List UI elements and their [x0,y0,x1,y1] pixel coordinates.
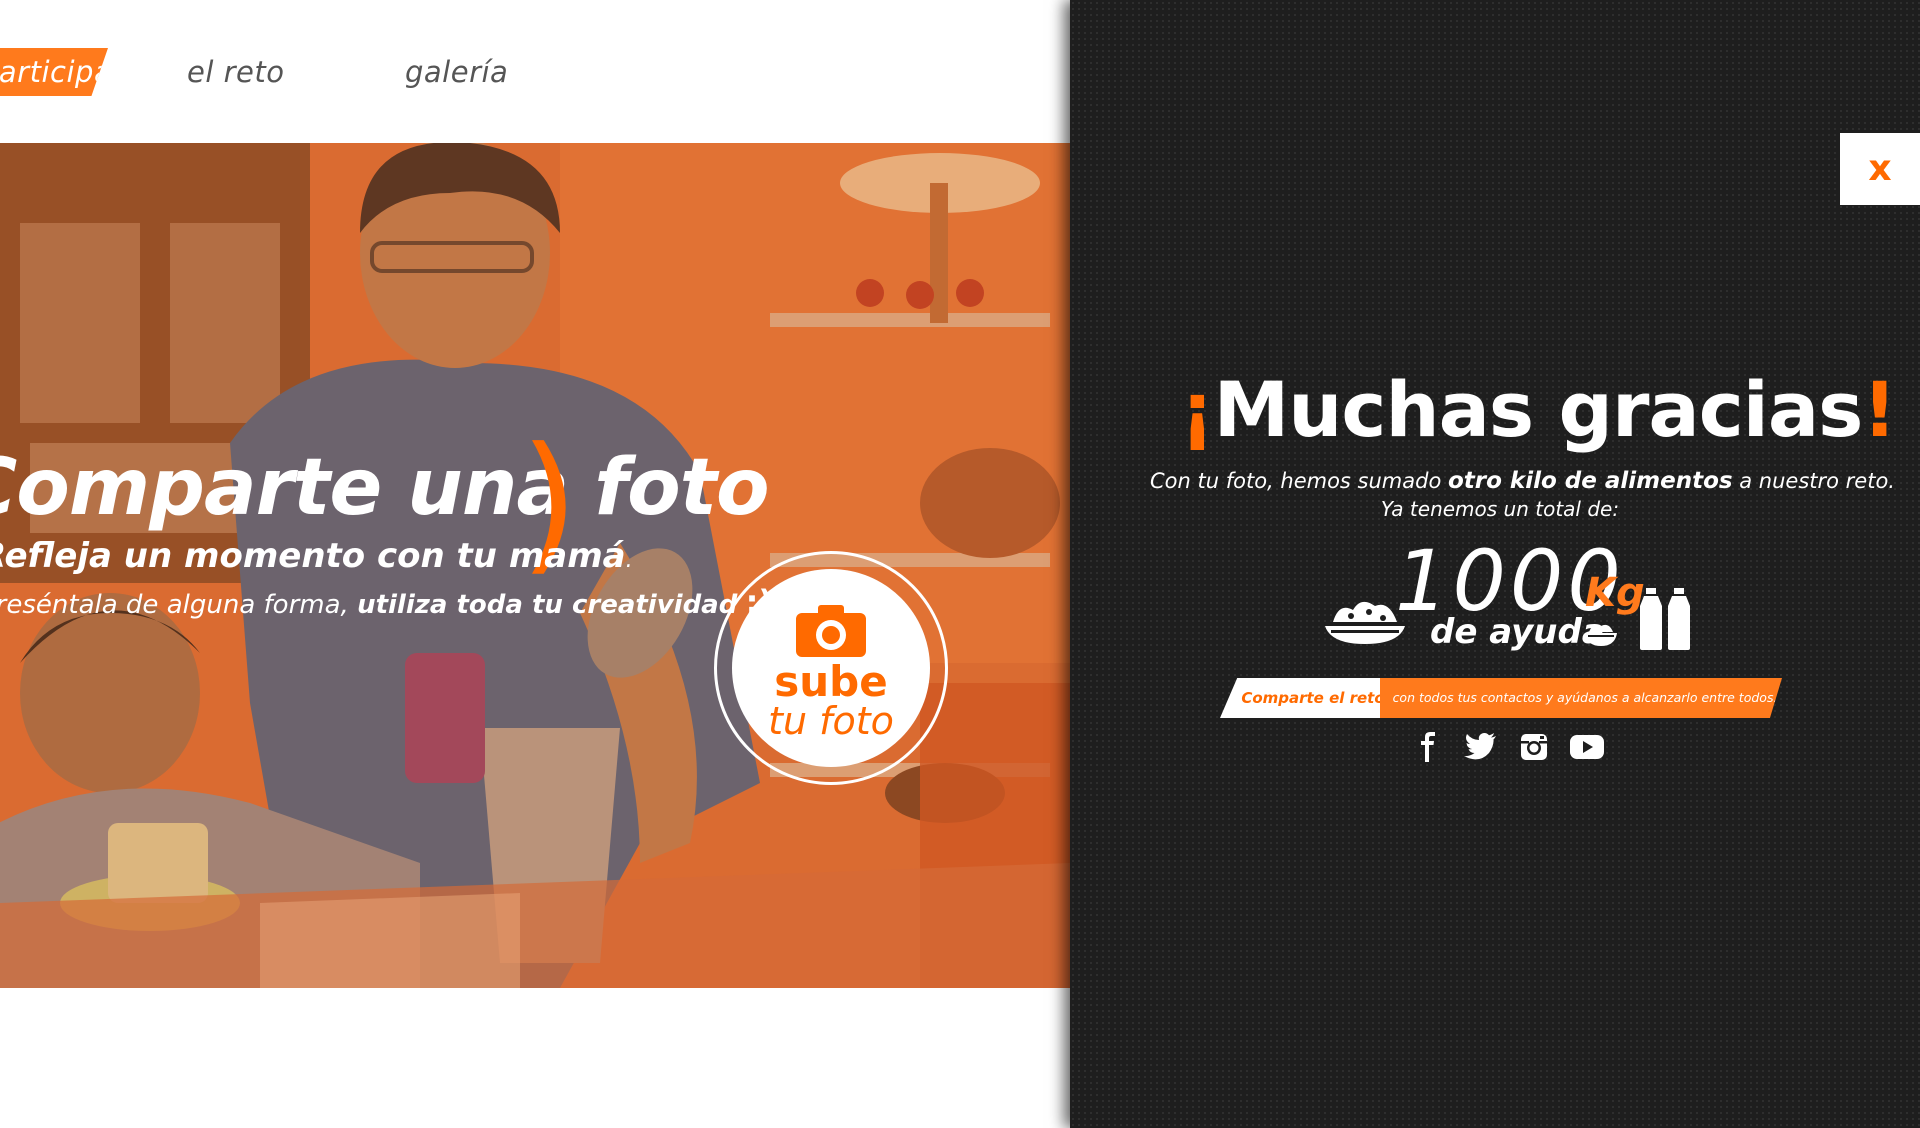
food-bowl-icon [1325,601,1405,644]
rice-bowl-icon [1585,624,1617,646]
thank-you-heading: ¡Muchas gracias! [1180,365,1897,454]
twitter-icon[interactable] [1464,732,1498,762]
hero-instructions-bold: utiliza toda tu creatividad [357,590,738,620]
upload-label-line2: tu foto [768,699,894,743]
message-bold: otro kilo de alimentos [1447,468,1733,494]
heading-open-mark: ¡ [1180,365,1215,454]
camera-icon [796,605,866,657]
hero-subtitle-bold: Refleja un momento con tu mamá [0,536,626,576]
top-nav: participa el reto galería [0,0,1070,143]
hero-instructions: Preséntala de alguna forma, utiliza toda… [0,583,773,621]
hero-title: Comparte una foto [0,443,770,533]
hero-instructions-regular: Preséntala de alguna forma, [0,590,358,620]
help-label: de ayuda [1430,612,1605,652]
upload-disc: sube tu foto [732,569,930,767]
hero-subtitle-end: . [625,548,633,573]
share-challenge-button[interactable]: Comparte el reto [1220,678,1392,718]
hero-subtitle: Refleja un momento con tu mamá. [0,536,633,576]
milk-bottles-icon [1640,588,1690,650]
total-unit: Kg [1585,570,1645,616]
hero-banner: Comparte una foto ) Refleja un momento c… [0,143,1070,988]
instagram-icon[interactable] [1517,732,1551,762]
upload-photo-button[interactable]: sube tu foto [714,551,948,785]
heading-close-mark: ! [1862,365,1897,454]
message-pre: Con tu foto, hemos sumado [1150,469,1448,493]
close-button[interactable]: x [1840,133,1920,205]
nav-item-el-reto[interactable]: el reto [187,48,285,96]
message-post: a nuestro reto. [1732,469,1895,493]
youtube-icon[interactable] [1570,732,1604,762]
share-challenge-text: con todos tus contactos y ayúdanos a alc… [1380,678,1782,718]
nav-item-galeria[interactable]: galería [405,48,508,96]
nav-item-participa[interactable]: participa [0,48,108,96]
thank-you-message: Con tu foto, hemos sumado otro kilo de a… [1150,468,1895,494]
heading-text: Muchas gracias [1213,365,1864,454]
total-intro: Ya tenemos un total de: [1380,497,1620,521]
facebook-icon[interactable] [1412,732,1446,762]
share-challenge-bar: Comparte el reto con todos tus contactos… [1220,678,1782,718]
